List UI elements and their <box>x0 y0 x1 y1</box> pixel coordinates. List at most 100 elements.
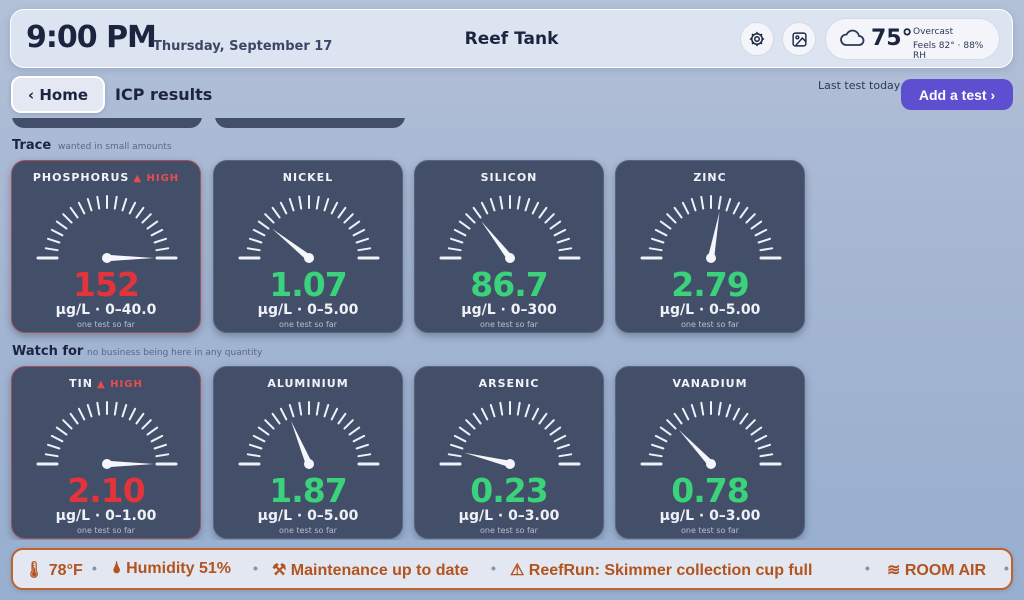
status-ticker[interactable]: 🌡 78°F • 🌢 Humidity 51% • ⚒ Maintenance … <box>11 548 1013 590</box>
settings-button[interactable] <box>740 22 774 56</box>
gauge-tick <box>465 419 476 430</box>
ticker-item-maintenance: ⚒ Maintenance up to date <box>272 560 469 580</box>
gauge-tick <box>135 206 145 219</box>
gauge-card-nickel[interactable]: NICKEL 1.07 µg/L · 0–5.00 one test so far <box>213 160 403 333</box>
gauge-tick <box>315 195 320 210</box>
gauge-card-silicon[interactable]: SILICON 86.7 µg/L · 0–300 one test so far <box>414 160 604 333</box>
results-scroll-area[interactable]: one test so far one test so far Trace wa… <box>0 118 1024 540</box>
ticker-item-warning: ⚠ ReefRun: Skimmer collection cup full <box>510 560 812 580</box>
gauge-range: µg/L · 0–3.00 <box>659 508 761 524</box>
home-button[interactable]: ‹ Home <box>11 76 105 113</box>
gauge-tick <box>323 198 330 212</box>
gauge-tick <box>298 401 303 416</box>
ticker-item-humidity: 🌢 Humidity 51% <box>112 560 231 578</box>
gauge-needle <box>107 254 154 262</box>
ticker-text: Humidity 51% <box>126 560 231 577</box>
gauge-tick <box>348 426 361 436</box>
ticker-separator: • <box>1004 560 1009 576</box>
gauge-tick <box>69 206 79 219</box>
image-icon <box>791 31 807 47</box>
test-count: one test so far <box>681 320 739 329</box>
gauge-tick <box>330 201 339 215</box>
gauge-hub <box>505 459 515 469</box>
gauge-tick <box>453 434 467 443</box>
gauge-card-zinc[interactable]: ZINC 2.79 µg/L · 0–5.00 one test so far <box>615 160 805 333</box>
gauge-tick <box>759 247 774 252</box>
page-title: ICP results <box>115 85 213 104</box>
gauge-hub <box>304 459 314 469</box>
gauge-hub <box>706 253 716 263</box>
gauge-hub <box>102 459 112 469</box>
gauge-tick <box>121 198 128 212</box>
card-stub: one test so far <box>12 118 202 128</box>
photo-button[interactable] <box>782 22 816 56</box>
gauge-tick <box>690 404 697 418</box>
element-name: TIN <box>69 377 93 390</box>
gauge-tick <box>323 404 330 418</box>
gauge-tick <box>44 247 59 252</box>
gauge-tick <box>750 426 763 436</box>
test-count: one test so far <box>681 526 739 535</box>
ticker-separator: • <box>253 560 258 576</box>
high-badge: ▲ HIGH <box>133 173 180 184</box>
add-test-button[interactable]: Add a test › <box>901 79 1013 110</box>
gauge-tick <box>458 426 471 436</box>
gauge-tick <box>246 247 261 252</box>
gauge-tick <box>673 206 683 219</box>
gauge-tick <box>759 453 774 458</box>
gauge-range: µg/L · 0–300 <box>461 302 557 318</box>
droplet-icon: 🌢 <box>112 560 122 577</box>
test-count: one test so far <box>279 526 337 535</box>
gauge-tick <box>745 419 756 430</box>
cloud-icon <box>840 29 865 46</box>
gauge-card-arsenic[interactable]: ARSENIC 0.23 µg/L · 0–3.00 one test so far <box>414 366 604 539</box>
warning-icon: ⚠ <box>510 562 525 579</box>
gauge-tick <box>739 412 749 425</box>
ticker-text: ROOM AIR <box>904 562 987 579</box>
gauge-tick <box>69 412 79 425</box>
gauge-tick <box>472 206 482 219</box>
gauge-tick <box>447 453 462 458</box>
weather-widget[interactable]: 75° Overcast Feels 82° · 88% RH <box>825 18 1000 61</box>
gauge-tick <box>155 247 170 252</box>
gauge-tick <box>246 453 261 458</box>
gauge-tick <box>654 228 668 237</box>
gauge-tick <box>47 237 61 244</box>
gauge-tick <box>648 453 663 458</box>
gauge-dial <box>439 195 581 263</box>
section-title-watch: Watch for <box>12 344 84 359</box>
gauge-needle <box>464 452 511 468</box>
gauge-card-title: NICKEL <box>214 171 402 184</box>
gauge-tick <box>55 426 68 436</box>
gauge-dial <box>36 195 178 263</box>
wrench-icon: ⚒ <box>272 562 287 579</box>
gauge-card-aluminium[interactable]: ALUMINIUM 1.87 µg/L · 0–5.00 one test so fa… <box>213 366 403 539</box>
gauge-card-vanadium[interactable]: VANADIUM 0.78 µg/L · 0–3.00 one test so far <box>615 366 805 539</box>
gauge-card-title: ZINC <box>616 171 804 184</box>
gauge-tick <box>754 434 768 443</box>
gauge-tick <box>544 213 555 224</box>
gauge-tick <box>96 195 101 210</box>
gauge-tick <box>524 404 531 418</box>
gauge-tick <box>757 237 771 244</box>
gauge-tick <box>538 206 548 219</box>
gauge-tick <box>357 247 372 252</box>
section-subtitle-watch: no business being here in any quantity <box>87 348 263 358</box>
gauge-hub <box>102 253 112 263</box>
gauge-card-title: ARSENIC <box>415 377 603 390</box>
gauge-tick <box>257 220 270 230</box>
gauge-tick <box>648 247 663 252</box>
gauge-tick <box>55 220 68 230</box>
gauge-tick <box>654 434 668 443</box>
gauge-card-tin[interactable]: TIN ▲ HIGH 2.10 µg/L · 0–1.00 one test so fa… <box>11 366 201 539</box>
gauge-tick <box>77 201 86 215</box>
gauge-tick <box>666 419 677 430</box>
card-stub: one test so far <box>215 118 405 128</box>
gauge-range: µg/L · 0–3.00 <box>458 508 560 524</box>
gauge-range: µg/L · 0–40.0 <box>55 302 157 318</box>
last-test-label: Last test today <box>818 79 901 92</box>
gauge-value: 86.7 <box>470 265 548 304</box>
gauge-tick <box>153 237 167 244</box>
gauge-card-phosphorus[interactable]: PHOSPHORUS ▲ HIGH 152 µg/L · 0–40.0 one test… <box>11 160 201 333</box>
gauge-tick <box>458 220 471 230</box>
